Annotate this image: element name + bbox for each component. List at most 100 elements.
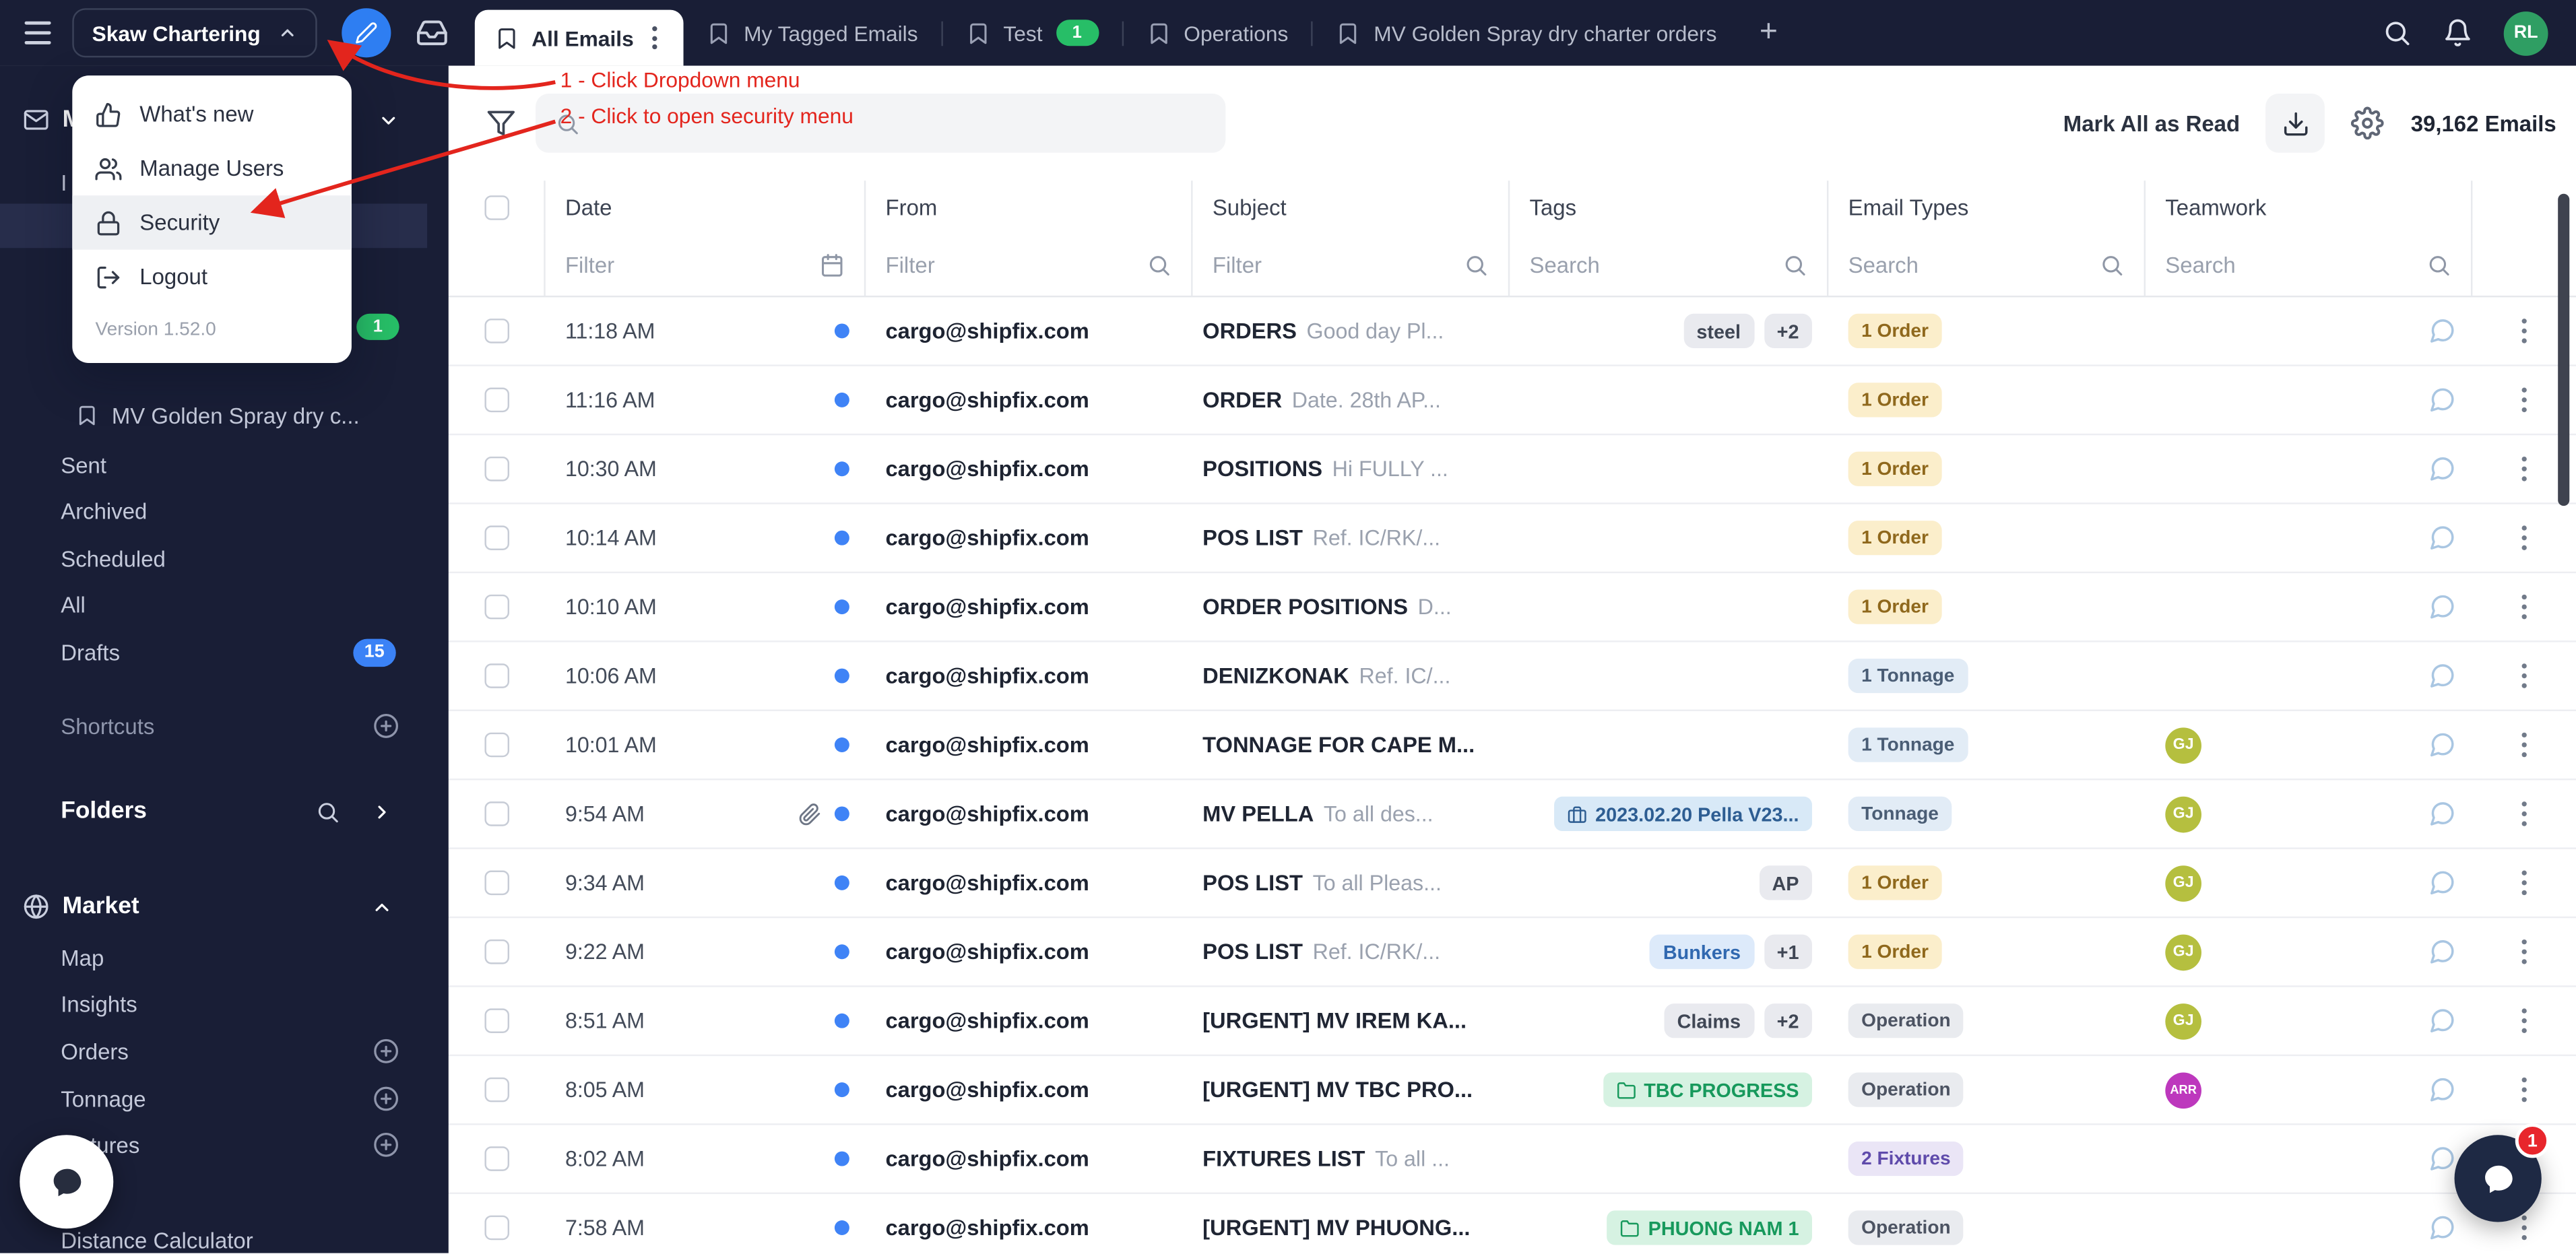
tag-chip[interactable]: +2 xyxy=(1764,314,1812,348)
row-checkbox[interactable] xyxy=(484,733,509,758)
table-row[interactable]: 8:02 AMcargo@shipfix.comFIXTURES LISTTo … xyxy=(449,1125,2576,1194)
row-menu-icon[interactable] xyxy=(2516,590,2532,624)
teamwork-avatar[interactable]: ARR xyxy=(2165,1071,2201,1108)
tab-my-tagged-emails[interactable]: My Tagged Emails xyxy=(683,0,941,66)
table-row[interactable]: 9:54 AMcargo@shipfix.comMV PELLATo all d… xyxy=(449,780,2576,849)
table-row[interactable]: 10:01 AMcargo@shipfix.comTONNAGE FOR CAP… xyxy=(449,711,2576,780)
sidebar-item-tonnage[interactable]: Tonnage xyxy=(0,1078,449,1120)
tag-chip[interactable]: PHUONG NAM 1 xyxy=(1607,1210,1812,1245)
table-row[interactable]: 11:18 AMcargo@shipfix.comORDERSGood day … xyxy=(449,297,2576,366)
comment-icon[interactable] xyxy=(2428,455,2456,483)
table-row[interactable]: 8:51 AMcargo@shipfix.com[URGENT] MV IREM… xyxy=(449,987,2576,1056)
sidebar-shortcuts[interactable]: Shortcuts xyxy=(0,704,449,747)
row-menu-icon[interactable] xyxy=(2516,452,2532,486)
sidebar-item-drafts[interactable]: Drafts 15 xyxy=(0,630,449,673)
search-icon[interactable] xyxy=(315,799,340,824)
table-row[interactable]: 10:06 AMcargo@shipfix.comDENIZKONAKRef. … xyxy=(449,642,2576,711)
tag-chip[interactable]: 2023.02.20 Pella V23... xyxy=(1554,797,1812,831)
row-menu-icon[interactable] xyxy=(2516,728,2532,762)
column-header-email-types[interactable]: Email Types xyxy=(1828,180,2146,233)
plus-circle-icon[interactable] xyxy=(373,1086,399,1112)
comment-icon[interactable] xyxy=(2428,317,2456,345)
chat-launcher-left[interactable] xyxy=(20,1135,113,1228)
row-menu-icon[interactable] xyxy=(2516,935,2532,968)
search-box[interactable] xyxy=(536,94,1225,153)
calendar-icon[interactable] xyxy=(820,252,845,277)
sidebar-item-scheduled[interactable]: Scheduled xyxy=(0,537,449,579)
column-header-tags[interactable]: Tags xyxy=(1510,180,1828,233)
compose-button[interactable] xyxy=(341,8,390,57)
row-menu-icon[interactable] xyxy=(2516,659,2532,693)
bell-icon[interactable] xyxy=(2443,18,2472,48)
inbox-tray-icon[interactable] xyxy=(415,16,448,49)
row-menu-icon[interactable] xyxy=(2516,314,2532,348)
comment-icon[interactable] xyxy=(2428,386,2456,414)
comment-icon[interactable] xyxy=(2428,1214,2456,1241)
filter-funnel-icon[interactable] xyxy=(486,108,516,138)
tag-chip[interactable]: AP xyxy=(1759,865,1812,900)
table-row[interactable]: 7:58 AMcargo@shipfix.com[URGENT] MV PHUO… xyxy=(449,1194,2576,1253)
row-checkbox[interactable] xyxy=(484,457,509,482)
comment-icon[interactable] xyxy=(2428,869,2456,896)
plus-circle-icon[interactable] xyxy=(373,1131,399,1158)
tag-chip[interactable]: +2 xyxy=(1764,1003,1812,1038)
sidebar-item-sent[interactable]: Sent xyxy=(0,443,449,486)
menu-item-security[interactable]: Security xyxy=(72,195,352,249)
row-checkbox[interactable] xyxy=(484,871,509,896)
subject-filter[interactable]: Filter xyxy=(1193,233,1510,296)
from-filter[interactable]: Filter xyxy=(866,233,1192,296)
row-checkbox[interactable] xyxy=(484,939,509,964)
teamwork-avatar[interactable]: GJ xyxy=(2165,727,2201,763)
table-row[interactable]: 11:16 AMcargo@shipfix.comORDERDate. 28th… xyxy=(449,366,2576,435)
tab-all-emails[interactable]: All Emails xyxy=(474,10,683,66)
comment-icon[interactable] xyxy=(2428,1007,2456,1034)
sidebar-folders-header[interactable]: Folders xyxy=(0,790,449,832)
mark-all-read-button[interactable]: Mark All as Read xyxy=(2063,111,2240,136)
row-checkbox[interactable] xyxy=(484,319,509,343)
add-tab-button[interactable]: + xyxy=(1740,0,1798,66)
sidebar-item-all[interactable]: All xyxy=(0,583,449,626)
hamburger-menu-icon[interactable] xyxy=(16,11,59,54)
row-checkbox[interactable] xyxy=(484,663,509,688)
comment-icon[interactable] xyxy=(2428,1145,2456,1173)
menu-item-logout[interactable]: Logout xyxy=(72,250,352,304)
menu-item-whats-new[interactable]: What's new xyxy=(72,87,352,141)
comment-icon[interactable] xyxy=(2428,662,2456,690)
teamwork-avatar[interactable]: GJ xyxy=(2165,865,2201,901)
menu-item-manage-users[interactable]: Manage Users xyxy=(72,141,352,195)
table-row[interactable]: 9:34 AMcargo@shipfix.comPOS LISTTo all P… xyxy=(449,849,2576,918)
row-checkbox[interactable] xyxy=(484,1146,509,1171)
search-icon[interactable] xyxy=(2382,18,2412,48)
select-all-checkbox[interactable] xyxy=(484,195,509,220)
comment-icon[interactable] xyxy=(2428,593,2456,620)
comment-icon[interactable] xyxy=(2428,524,2456,552)
teamwork-avatar[interactable]: GJ xyxy=(2165,933,2201,970)
sidebar-item-map[interactable]: Map xyxy=(0,936,449,979)
plus-circle-icon[interactable] xyxy=(373,713,399,739)
row-menu-icon[interactable] xyxy=(2516,1073,2532,1107)
user-avatar[interactable]: RL xyxy=(2504,11,2548,55)
table-row[interactable]: 8:05 AMcargo@shipfix.com[URGENT] MV TBC … xyxy=(449,1056,2576,1125)
teamwork-avatar[interactable]: GJ xyxy=(2165,796,2201,832)
tag-chip[interactable]: Claims xyxy=(1664,1003,1753,1038)
sidebar-market-header[interactable]: Market xyxy=(0,886,449,928)
row-checkbox[interactable] xyxy=(484,1008,509,1033)
row-checkbox[interactable] xyxy=(484,595,509,620)
row-checkbox[interactable] xyxy=(484,388,509,413)
row-checkbox[interactable] xyxy=(484,525,509,550)
teamwork-avatar[interactable]: GJ xyxy=(2165,1003,2201,1039)
gear-icon[interactable] xyxy=(2352,107,2385,140)
sidebar-item-insights[interactable]: Insights xyxy=(0,982,449,1024)
row-menu-icon[interactable] xyxy=(2516,383,2532,417)
row-menu-icon[interactable] xyxy=(2516,521,2532,555)
comment-icon[interactable] xyxy=(2428,1076,2456,1103)
search-input[interactable] xyxy=(595,109,1206,137)
sidebar-item-orders[interactable]: Orders xyxy=(0,1030,449,1072)
row-menu-icon[interactable] xyxy=(2516,866,2532,900)
scrollbar-thumb[interactable] xyxy=(2558,194,2569,506)
email-types-filter[interactable]: Search xyxy=(1828,233,2146,296)
table-row[interactable]: 9:22 AMcargo@shipfix.comPOS LISTRef. IC/… xyxy=(449,918,2576,987)
tag-chip[interactable]: +1 xyxy=(1764,935,1812,969)
tab-operations[interactable]: Operations xyxy=(1123,0,1311,66)
sidebar-item-archived[interactable]: Archived xyxy=(0,490,449,532)
